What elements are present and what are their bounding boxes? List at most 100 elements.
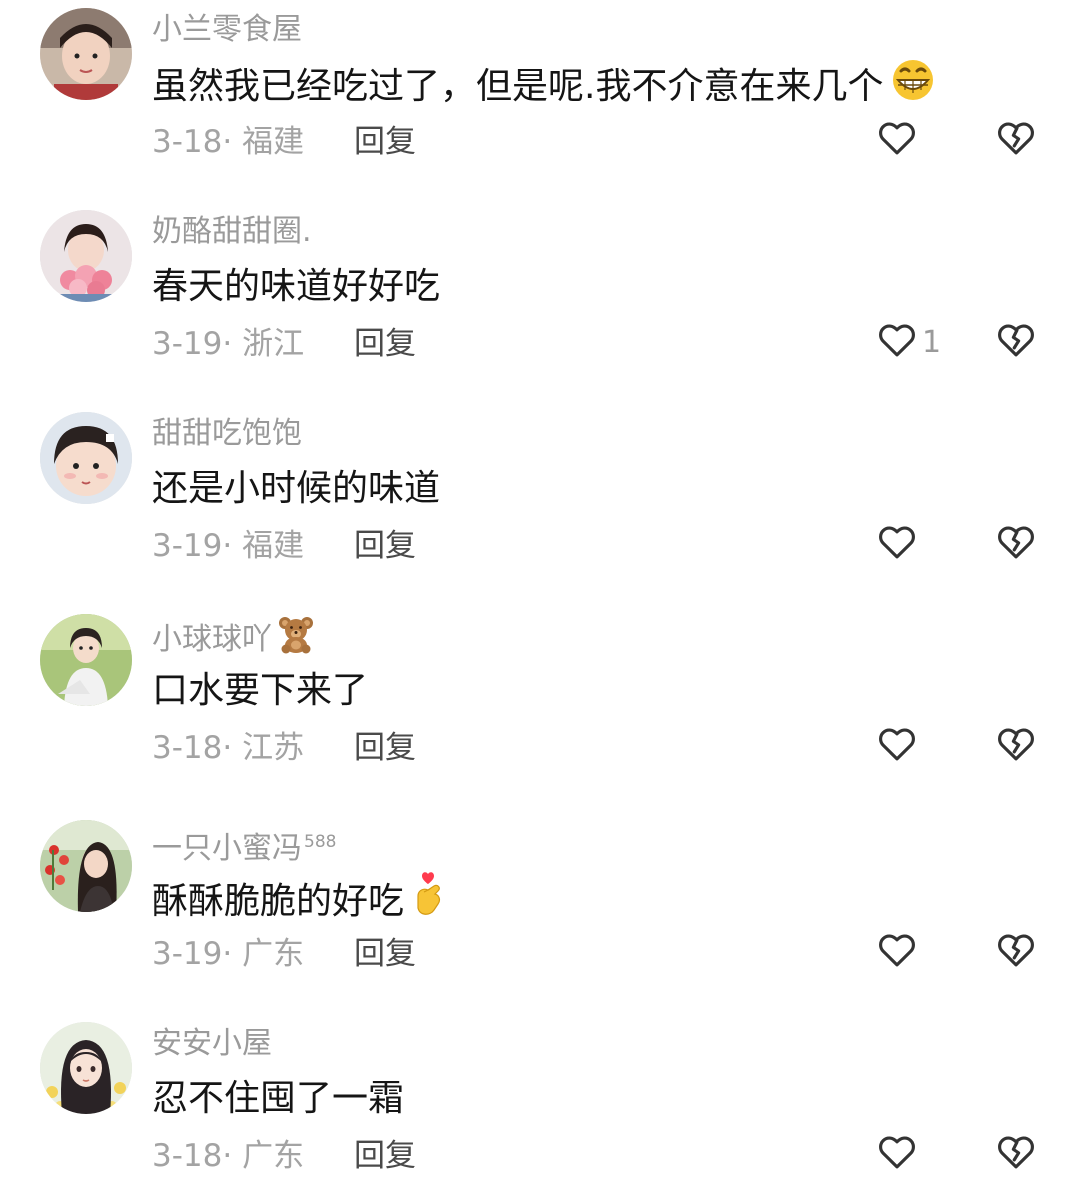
reply-button[interactable]: 回复	[354, 932, 416, 976]
heart-outline-icon	[876, 929, 918, 975]
comment-meta: 3-19· 浙江	[152, 322, 304, 366]
avatar-image	[40, 8, 132, 100]
grin-emoji-icon	[887, 58, 939, 118]
comment-date: 3-19	[152, 528, 223, 564]
username-text: 甜甜吃饱饱	[152, 416, 302, 451]
avatar-image	[40, 820, 132, 912]
username-text: 小兰零食屋	[152, 12, 302, 47]
comment-date: 3-18	[152, 730, 223, 766]
comment-location: 浙江	[242, 326, 305, 362]
comment-date: 3-18	[152, 124, 223, 160]
like-button[interactable]	[876, 928, 922, 976]
comment-item: 甜甜吃饱饱 还是小时候的味道 3-19· 福建 回复	[0, 404, 1080, 574]
comment-username[interactable]: 奶酪甜甜圈.	[152, 210, 312, 254]
comment-text-content: 忍不住囤了一霜	[152, 1078, 405, 1119]
comment-text-content: 口水要下来了	[152, 670, 369, 711]
username-text: 小球球吖	[152, 622, 272, 657]
meta-separator: ·	[222, 730, 243, 766]
avatar[interactable]	[40, 820, 132, 912]
comment-text: 口水要下来了	[152, 664, 368, 718]
reply-button[interactable]: 回复	[354, 322, 416, 366]
dislike-button[interactable]	[994, 520, 1038, 568]
comment-item: 奶酪甜甜圈. 春天的味道好好吃 3-19· 浙江 回复 1	[0, 202, 1080, 372]
comment-location: 江苏	[242, 730, 305, 766]
comment-location: 福建	[242, 124, 305, 160]
avatar-image	[40, 412, 132, 504]
comment-text: 虽然我已经吃过了，但是呢.我不介意在来几个	[152, 58, 939, 118]
comment-item: 安安小屋 忍不住囤了一霜 3-18· 广东 回复	[0, 1014, 1080, 1184]
comment-meta: 3-19· 广东	[152, 932, 304, 976]
comment-text-content: 虽然我已经吃过了，但是呢.我不介意在来几个	[152, 66, 884, 107]
avatar-image	[40, 210, 132, 302]
comment-location: 广东	[242, 936, 305, 972]
comment-text-content: 还是小时候的味道	[152, 468, 441, 509]
comment-date: 3-19	[152, 936, 223, 972]
comment-text: 还是小时候的味道	[152, 462, 440, 516]
avatar-image	[40, 614, 132, 706]
meta-separator: ·	[222, 124, 243, 160]
meta-separator: ·	[222, 936, 243, 972]
broken-heart-icon	[994, 117, 1038, 163]
meta-separator: ·	[222, 1138, 243, 1174]
finger-heart-emoji-icon	[408, 870, 448, 936]
comment-item: 一只小蜜冯 588 酥酥脆脆的好吃 3-19· 广东 回复	[0, 812, 1080, 982]
comment-item: 小球球吖 口水要下来了 3-18· 江苏 回复	[0, 606, 1080, 776]
broken-heart-icon	[994, 929, 1038, 975]
reply-button[interactable]: 回复	[354, 524, 416, 568]
comment-item: 小兰零食屋 虽然我已经吃过了，但是呢.我不介意在来几个 3-18· 福建 回复	[0, 0, 1080, 170]
avatar[interactable]	[40, 412, 132, 504]
reply-button[interactable]: 回复	[354, 1134, 416, 1178]
username-text: 奶酪甜甜圈.	[152, 214, 312, 249]
like-button[interactable]: 1	[876, 318, 941, 366]
comment-username[interactable]: 安安小屋	[152, 1022, 272, 1066]
like-button[interactable]	[876, 520, 922, 568]
comment-date: 3-19	[152, 326, 223, 362]
comment-text: 忍不住囤了一霜	[152, 1072, 404, 1126]
comment-username[interactable]: 一只小蜜冯 588	[152, 820, 336, 871]
heart-outline-icon	[876, 117, 918, 163]
comment-username[interactable]: 小球球吖	[152, 614, 316, 667]
heart-outline-icon	[876, 521, 918, 567]
comment-username[interactable]: 小兰零食屋	[152, 8, 302, 52]
comment-text-content: 酥酥脆脆的好吃	[152, 881, 405, 922]
username-badge: 588	[304, 832, 337, 852]
comment-meta: 3-19· 福建	[152, 524, 304, 568]
dislike-button[interactable]	[994, 318, 1038, 366]
like-count: 1	[922, 324, 942, 360]
reply-button[interactable]: 回复	[354, 120, 416, 164]
comment-date: 3-18	[152, 1138, 223, 1174]
comment-location: 福建	[242, 528, 305, 564]
username-text: 一只小蜜冯	[152, 831, 302, 866]
like-button[interactable]	[876, 722, 922, 770]
dislike-button[interactable]	[994, 116, 1038, 164]
comment-text: 春天的味道好好吃	[152, 260, 440, 314]
comment-list: 小兰零食屋 虽然我已经吃过了，但是呢.我不介意在来几个 3-18· 福建 回复	[0, 0, 1080, 1195]
comment-meta: 3-18· 福建	[152, 120, 304, 164]
reply-button[interactable]: 回复	[354, 726, 416, 770]
avatar[interactable]	[40, 1022, 132, 1114]
avatar[interactable]	[40, 614, 132, 706]
comment-meta: 3-18· 江苏	[152, 726, 304, 770]
like-button[interactable]	[876, 116, 922, 164]
avatar[interactable]	[40, 210, 132, 302]
dislike-button[interactable]	[994, 722, 1038, 770]
broken-heart-icon	[994, 319, 1038, 365]
avatar-image	[40, 1022, 132, 1114]
comment-username[interactable]: 甜甜吃饱饱	[152, 412, 302, 456]
comment-meta: 3-18· 广东	[152, 1134, 304, 1178]
meta-separator: ·	[222, 326, 243, 362]
heart-outline-icon	[876, 723, 918, 769]
like-button[interactable]	[876, 1130, 922, 1178]
comment-text-content: 春天的味道好好吃	[152, 266, 441, 307]
dislike-button[interactable]	[994, 1130, 1038, 1178]
avatar[interactable]	[40, 8, 132, 100]
comment-text: 酥酥脆脆的好吃	[152, 870, 448, 936]
dislike-button[interactable]	[994, 928, 1038, 976]
username-text: 安安小屋	[152, 1026, 272, 1061]
broken-heart-icon	[994, 723, 1038, 769]
heart-outline-icon	[876, 319, 918, 365]
teddy-bear-emoji-icon	[276, 614, 316, 667]
broken-heart-icon	[994, 1131, 1038, 1177]
meta-separator: ·	[222, 528, 243, 564]
broken-heart-icon	[994, 521, 1038, 567]
